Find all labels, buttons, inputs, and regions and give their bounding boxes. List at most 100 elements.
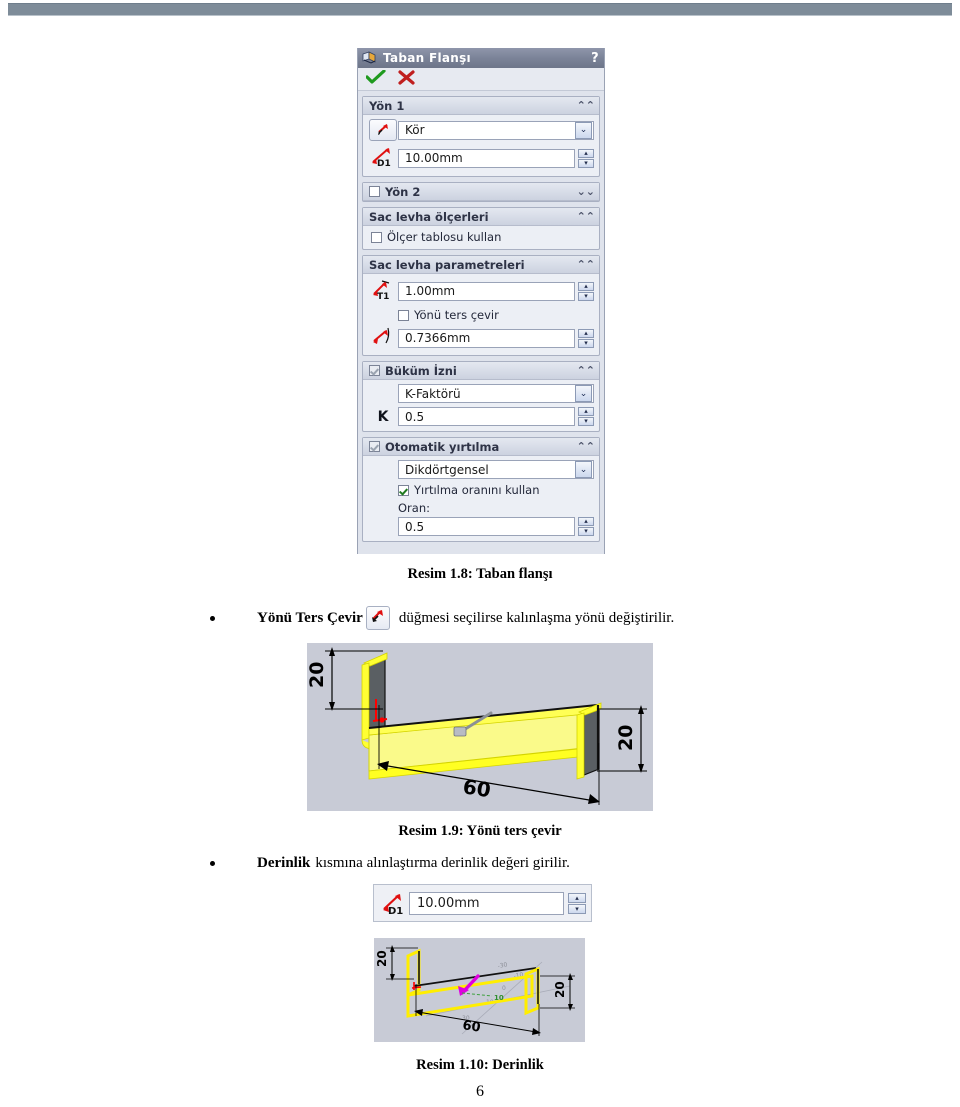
group-body-sheet-metal-parameters: T1 1.00mm ▴ ▾ Yönü ters çevir 0.7366mm ▴… bbox=[363, 274, 599, 355]
use-relief-ratio-label: Yırtılma oranını kullan bbox=[414, 483, 540, 497]
group-auto-relief: Otomatik yırtılma ⌃⌃ Dikdörtgensel ⌄ Yır… bbox=[362, 437, 600, 542]
stepper-down[interactable]: ▾ bbox=[578, 291, 594, 301]
depth-stepper[interactable]: ▴ ▾ bbox=[568, 892, 586, 914]
use-gauge-table-label: Ölçer tablosu kullan bbox=[387, 230, 502, 244]
use-gauge-table-row[interactable]: Ölçer tablosu kullan bbox=[371, 230, 594, 244]
group-header-direction-2[interactable]: Yön 2 ⌄⌄ bbox=[363, 183, 599, 201]
use-relief-ratio-checkbox[interactable] bbox=[398, 484, 409, 496]
bullet-lead-label: Derinlik bbox=[257, 855, 311, 871]
cancel-button[interactable] bbox=[398, 69, 415, 89]
help-button[interactable]: ? bbox=[591, 51, 599, 66]
stepper-up[interactable]: ▴ bbox=[568, 892, 586, 903]
group-header-sheet-metal-parameters[interactable]: Sac levha parametreleri ⌃⌃ bbox=[363, 256, 599, 274]
bullet-dot-icon bbox=[210, 615, 215, 621]
svg-text:10: 10 bbox=[494, 994, 504, 1002]
group-sheet-metal-parameters: Sac levha parametreleri ⌃⌃ T1 1.00mm ▴ ▾… bbox=[362, 255, 600, 356]
stepper-down[interactable]: ▾ bbox=[568, 903, 586, 914]
k-factor-row: K 0.5 ▴ ▾ bbox=[368, 407, 594, 426]
group-header-bend-allowance[interactable]: Büküm İzni ⌃⌃ bbox=[363, 362, 599, 380]
end-condition-row: Kör ⌄ bbox=[368, 119, 594, 141]
direction-2-checkbox[interactable] bbox=[369, 186, 380, 197]
thickness-input[interactable]: 1.00mm bbox=[398, 281, 575, 301]
depth-input[interactable]: 10.00mm bbox=[409, 891, 564, 915]
chevron-down-icon[interactable]: ⌄ bbox=[575, 385, 592, 402]
k-factor-label: K bbox=[377, 408, 389, 425]
bend-allowance-type-select[interactable]: K-Faktörü ⌄ bbox=[398, 384, 594, 403]
svg-text:T1: T1 bbox=[377, 292, 389, 300]
bend-allowance-checkbox[interactable] bbox=[369, 365, 380, 376]
thickness-stepper[interactable]: ▴ ▾ bbox=[578, 281, 594, 301]
k-factor-input[interactable]: 0.5 bbox=[398, 407, 575, 426]
group-header-auto-relief[interactable]: Otomatik yırtılma ⌃⌃ bbox=[363, 438, 599, 456]
bullet-reverse-direction: Yönü Ters Çevir düğmesi seçilirse kalınl… bbox=[210, 606, 810, 630]
group-sheet-metal-gauges: Sac levha ölçerleri ⌃⌃ Ölçer tablosu kul… bbox=[362, 207, 600, 250]
use-gauge-table-checkbox[interactable] bbox=[371, 231, 382, 243]
group-label: Sac levha parametreleri bbox=[369, 257, 525, 272]
group-body-sheet-metal-gauges: Ölçer tablosu kullan bbox=[363, 226, 599, 249]
bullet-lead-label: Yönü Ters Çevir bbox=[257, 609, 363, 626]
group-label: Otomatik yırtılma bbox=[385, 439, 500, 454]
end-condition-select[interactable]: Kör ⌄ bbox=[398, 120, 594, 140]
depth-stepper[interactable]: ▴ ▾ bbox=[578, 148, 594, 168]
base-flange-property-manager: Taban Flanşı ? Yön 1 ⌃⌃ Kör ⌄ D1 10.00mm… bbox=[357, 48, 605, 554]
bend-allowance-type-value: K-Faktörü bbox=[405, 386, 461, 401]
chevron-up-icon[interactable]: ⌃⌃ bbox=[577, 211, 595, 222]
ok-button[interactable] bbox=[365, 68, 386, 89]
chevron-down-icon[interactable]: ⌄ bbox=[575, 121, 592, 139]
thickness-row: T1 1.00mm ▴ ▾ bbox=[368, 278, 594, 304]
stepper-down[interactable]: ▾ bbox=[578, 417, 594, 426]
ratio-input[interactable]: 0.5 bbox=[398, 517, 575, 536]
svg-text:D1: D1 bbox=[377, 159, 391, 167]
bend-allowance-type-row: K-Faktörü ⌄ bbox=[368, 384, 594, 403]
stepper-up[interactable]: ▴ bbox=[578, 407, 594, 416]
stepper-down[interactable]: ▾ bbox=[578, 338, 594, 348]
ratio-stepper[interactable]: ▴ ▾ bbox=[578, 517, 594, 536]
stepper-up[interactable]: ▴ bbox=[578, 281, 594, 291]
group-header-direction-1[interactable]: Yön 1 ⌃⌃ bbox=[363, 97, 599, 115]
caption-figure-1-9: Resim 1.9: Yönü ters çevir bbox=[398, 823, 562, 839]
group-label: Sac levha ölçerleri bbox=[369, 209, 489, 224]
chevron-up-icon[interactable]: ⌃⌃ bbox=[577, 365, 595, 376]
stepper-up[interactable]: ▴ bbox=[578, 517, 594, 526]
use-relief-ratio-row[interactable]: Yırtılma oranını kullan bbox=[398, 483, 594, 497]
stepper-up[interactable]: ▴ bbox=[578, 148, 594, 158]
bullet-rest-text: kısmına alınlaştırma derinlik değeri gir… bbox=[315, 855, 570, 871]
reverse-direction-icon[interactable] bbox=[369, 119, 397, 141]
chevron-up-icon[interactable]: ⌃⌃ bbox=[577, 259, 595, 270]
depth-input[interactable]: 10.00mm bbox=[398, 148, 575, 168]
thickness-t1-icon: T1 bbox=[370, 278, 396, 304]
auto-relief-checkbox[interactable] bbox=[369, 441, 380, 452]
group-label: Büküm İzni bbox=[385, 363, 457, 378]
group-header-sheet-metal-gauges[interactable]: Sac levha ölçerleri ⌃⌃ bbox=[363, 208, 599, 226]
chevron-down-icon[interactable]: ⌄ bbox=[575, 461, 592, 478]
chevron-down-icon[interactable]: ⌄⌄ bbox=[577, 186, 595, 197]
bend-radius-stepper[interactable]: ▴ ▾ bbox=[578, 328, 594, 348]
depth-d1-icon: D1 bbox=[370, 145, 396, 171]
chevron-up-icon[interactable]: ⌃⌃ bbox=[577, 441, 595, 452]
bullet-dot-icon bbox=[210, 861, 215, 866]
bend-radius-icon-cell bbox=[368, 326, 398, 350]
chevron-up-icon[interactable]: ⌃⌃ bbox=[577, 100, 595, 111]
group-label: Yön 1 bbox=[369, 98, 405, 113]
page-header-bar bbox=[8, 3, 952, 16]
stepper-down[interactable]: ▾ bbox=[578, 158, 594, 168]
bullet-rest-text: düğmesi seçilirse kalınlaşma yönü değişt… bbox=[398, 609, 675, 626]
figure-flange-depth: -30 -10 0 10 30 10 20 60 20 bbox=[374, 938, 585, 1042]
bend-radius-input[interactable]: 0.7366mm bbox=[398, 328, 575, 348]
dialog-action-row bbox=[358, 68, 604, 91]
svg-text:D1: D1 bbox=[388, 906, 403, 915]
group-bend-allowance: Büküm İzni ⌃⌃ K-Faktörü ⌄ K 0.5 ▴ ▾ bbox=[362, 361, 600, 432]
stepper-down[interactable]: ▾ bbox=[578, 527, 594, 536]
ratio-label: Oran: bbox=[398, 501, 430, 515]
auto-relief-type-select[interactable]: Dikdörtgensel ⌄ bbox=[398, 460, 594, 479]
depth-widget: D1 10.00mm ▴ ▾ bbox=[373, 884, 592, 922]
reverse-direction-checkbox[interactable] bbox=[398, 309, 409, 321]
depth-icon-cell: D1 bbox=[368, 145, 398, 171]
reverse-direction-row[interactable]: Yönü ters çevir bbox=[398, 308, 594, 322]
reverse-direction-icon[interactable] bbox=[365, 606, 390, 630]
group-body-auto-relief: Dikdörtgensel ⌄ Yırtılma oranını kullan … bbox=[363, 456, 599, 541]
k-factor-stepper[interactable]: ▴ ▾ bbox=[578, 407, 594, 426]
end-condition-icon-cell bbox=[368, 119, 398, 141]
dim-right-20: 20 bbox=[553, 981, 567, 998]
stepper-up[interactable]: ▴ bbox=[578, 328, 594, 338]
